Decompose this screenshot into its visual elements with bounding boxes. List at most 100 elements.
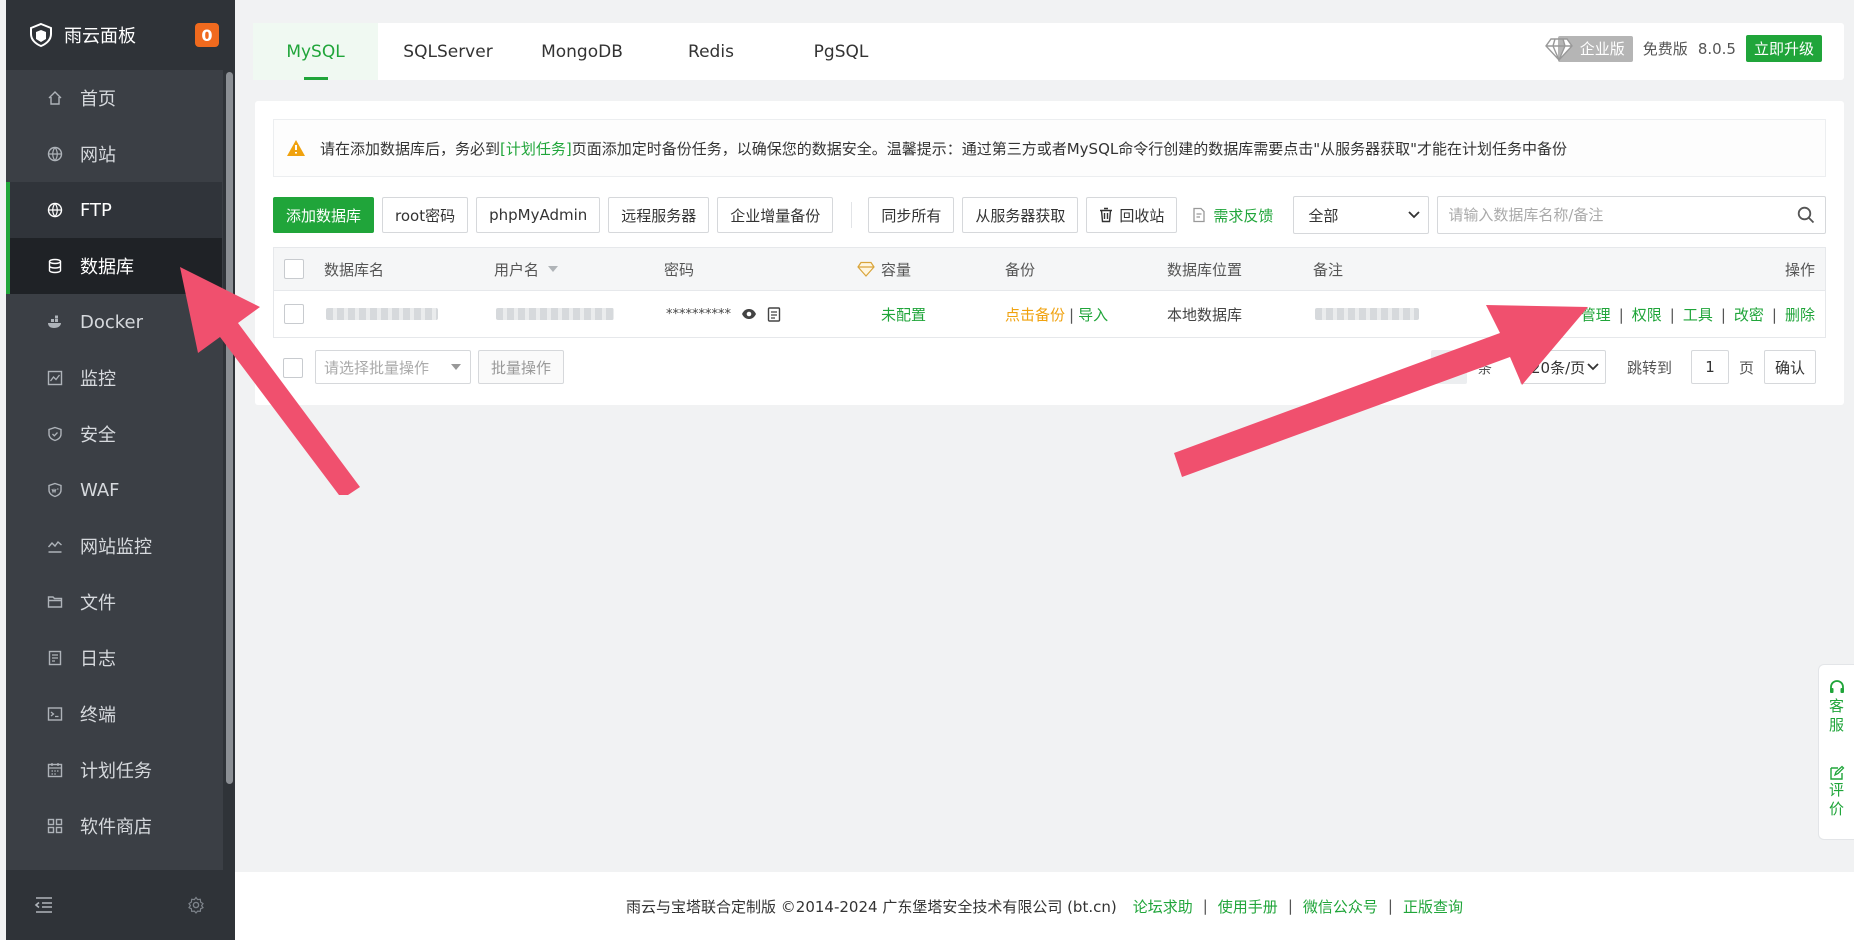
sidebar-menu: 首页 网站 FTP 数据库 Docker 监控 安全 WAF 网站监控 文件 日… <box>6 70 222 854</box>
backup-now-link[interactable]: 点击备份 <box>1005 306 1065 324</box>
row-checkbox[interactable] <box>284 304 304 324</box>
copy-icon[interactable] <box>767 306 781 322</box>
sidebar-item-files[interactable]: 文件 <box>6 574 222 630</box>
sidebar-item-label: FTP <box>80 199 112 221</box>
incremental-backup-button[interactable]: 企业增量备份 <box>717 197 834 233</box>
capacity-not-configured[interactable]: 未配置 <box>881 304 926 325</box>
sidebar-item-docker[interactable]: Docker <box>6 294 222 350</box>
settings-gear-icon[interactable] <box>187 896 205 914</box>
recycle-bin-button[interactable]: 回收站 <box>1086 197 1178 233</box>
col-password: 密码 <box>664 260 695 279</box>
waf-shield-icon <box>46 481 64 499</box>
tab-sqlserver[interactable]: SQLServer <box>378 23 518 80</box>
monitor-icon <box>46 369 64 387</box>
license-check-link[interactable]: 正版查询 <box>1403 896 1463 917</box>
manage-link[interactable]: 管理 <box>1581 306 1611 324</box>
forum-help-link[interactable]: 论坛求助 <box>1133 896 1193 917</box>
chevron-down-icon <box>1587 363 1599 371</box>
col-location: 数据库位置 <box>1167 260 1243 279</box>
upgrade-button[interactable]: 立即升级 <box>1745 35 1822 62</box>
select-all-checkbox[interactable] <box>284 259 304 279</box>
add-database-button[interactable]: 添加数据库 <box>273 197 375 233</box>
import-link[interactable]: 导入 <box>1078 306 1108 324</box>
caret-down-icon <box>451 364 461 370</box>
permissions-link[interactable]: 权限 <box>1632 306 1662 324</box>
sync-all-button[interactable]: 同步所有 <box>868 197 955 233</box>
tab-pgsql[interactable]: PgSQL <box>776 23 906 80</box>
root-password-button[interactable]: root密码 <box>382 197 469 233</box>
feedback-link[interactable]: 需求反馈 <box>1191 205 1273 226</box>
sidebar-item-database[interactable]: 数据库 <box>6 238 222 294</box>
sidebar-item-monitor[interactable]: 监控 <box>6 350 222 406</box>
headset-icon[interactable] <box>1828 679 1846 697</box>
search-icon[interactable] <box>1797 206 1815 224</box>
remark-redacted[interactable] <box>1315 308 1419 320</box>
page-number-current[interactable] <box>1431 350 1467 384</box>
sidebar-scrollbar-thumb[interactable] <box>226 72 233 784</box>
batch-action-button[interactable]: 批量操作 <box>478 350 565 384</box>
fetch-from-server-button[interactable]: 从服务器获取 <box>962 197 1079 233</box>
delete-link[interactable]: 删除 <box>1785 306 1815 324</box>
toolbar-divider <box>851 202 853 228</box>
sidebar-item-website[interactable]: 网站 <box>6 126 222 182</box>
filter-select[interactable]: 全部 <box>1293 196 1430 234</box>
password-mask: ********** <box>666 306 731 322</box>
col-db-name: 数据库名 <box>324 260 385 279</box>
sidebar-item-label: Docker <box>80 311 144 333</box>
table-footer: 请选择批量操作 批量操作 条 20条/页 跳转到 1 页 确认 <box>273 350 1826 386</box>
eye-icon[interactable] <box>741 308 757 320</box>
customer-service-label[interactable]: 客服 <box>1829 697 1845 735</box>
sidebar-item-label: 安全 <box>80 425 116 446</box>
sidebar-item-label: 软件商店 <box>80 817 152 838</box>
sidebar-item-site-monitor[interactable]: 网站监控 <box>6 518 222 574</box>
filter-select-value: 全部 <box>1308 206 1339 225</box>
enterprise-badge[interactable]: 企业版 <box>1544 35 1633 62</box>
tools-link[interactable]: 工具 <box>1683 306 1713 324</box>
jump-confirm-button[interactable]: 确认 <box>1764 350 1816 384</box>
change-password-link[interactable]: 改密 <box>1734 306 1764 324</box>
sidebar-item-app-store[interactable]: 软件商店 <box>6 798 222 854</box>
password-cell: ********** <box>666 306 781 322</box>
batch-action-select[interactable]: 请选择批量操作 <box>315 350 471 384</box>
wechat-link[interactable]: 微信公众号 <box>1303 896 1378 917</box>
ftp-globe-icon <box>46 201 64 219</box>
tab-mongodb[interactable]: MongoDB <box>518 23 646 80</box>
bottom-select-all-checkbox[interactable] <box>283 358 303 378</box>
manual-link[interactable]: 使用手册 <box>1218 896 1278 917</box>
col-username[interactable]: 用户名 <box>494 259 559 280</box>
sidebar-item-label: 数据库 <box>80 257 134 278</box>
sidebar-scrollbar[interactable] <box>223 70 235 870</box>
sidebar-item-home[interactable]: 首页 <box>6 70 222 126</box>
shield-icon <box>46 425 64 443</box>
tab-mysql[interactable]: MySQL <box>253 23 378 80</box>
sidebar-item-ftp[interactable]: FTP <box>6 182 222 238</box>
floating-help-panel: 客服 评价 <box>1818 664 1854 840</box>
phpmyadmin-button[interactable]: phpMyAdmin <box>476 197 601 233</box>
sidebar-item-cron[interactable]: 计划任务 <box>6 742 222 798</box>
tab-redis[interactable]: Redis <box>646 23 776 80</box>
search-input[interactable] <box>1448 206 1797 224</box>
separator: | <box>1618 305 1624 324</box>
db-name-redacted[interactable] <box>326 308 438 320</box>
remote-server-button[interactable]: 远程服务器 <box>608 197 710 233</box>
separator: | <box>1202 897 1208 915</box>
jump-page-input[interactable]: 1 <box>1691 350 1729 384</box>
database-table: 数据库名 用户名 密码 容量 备份 数据库位置 备注 操作 ********** <box>273 247 1826 338</box>
rate-label[interactable]: 评价 <box>1829 781 1845 819</box>
notification-badge[interactable]: 0 <box>195 23 219 47</box>
alert-text-prefix: 请在添加数据库后，务必到 <box>320 139 501 158</box>
sidebar-item-logs[interactable]: 日志 <box>6 630 222 686</box>
review-edit-icon[interactable] <box>1829 765 1845 781</box>
terminal-icon <box>46 705 64 723</box>
sidebar-item-waf[interactable]: WAF <box>6 462 222 518</box>
warning-icon <box>287 140 305 156</box>
version-area: 企业版 免费版 8.0.5 立即升级 <box>1544 35 1822 62</box>
sidebar-item-security[interactable]: 安全 <box>6 406 222 462</box>
globe-icon <box>46 145 64 163</box>
sidebar-item-terminal[interactable]: 终端 <box>6 686 222 742</box>
cron-task-link[interactable]: [计划任务] <box>500 138 572 159</box>
page-size-select[interactable]: 20条/页 <box>1520 350 1606 384</box>
sidebar-item-label: 日志 <box>80 649 116 670</box>
sidebar-item-label: 终端 <box>80 705 116 726</box>
collapse-menu-icon[interactable] <box>34 896 54 914</box>
